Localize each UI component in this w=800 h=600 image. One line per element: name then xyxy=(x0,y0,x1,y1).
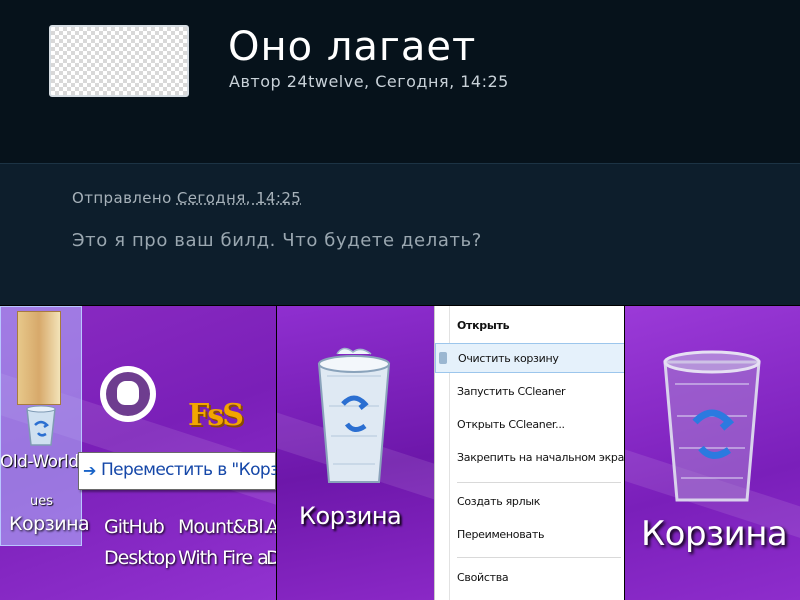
github-desktop-label: GitHub Desktop xyxy=(104,512,176,574)
menu-item-empty-bin[interactable]: Очистить корзину xyxy=(435,343,624,373)
topic-meta: Автор 24twelve, Сегодня, 14:25 xyxy=(229,72,509,91)
recycle-bin-desktop-icon[interactable]: Корзина xyxy=(0,306,90,546)
context-menu-panel: Открыть Очистить корзину Запустить CClea… xyxy=(434,306,624,600)
recycle-bin-icon xyxy=(26,405,56,446)
post-body: Это я про ваш билд. Что будете делать? xyxy=(72,230,482,251)
recycle-bin-label: Корзина xyxy=(299,502,402,530)
post-sent-prefix: Отправлено xyxy=(72,189,172,207)
drag-move-tooltip: ➔ Переместить в "Корзина" xyxy=(78,452,276,490)
desktop-panel-bin-full: Корзина xyxy=(277,306,434,600)
desktop-panel-drag: Корзина Old-World-B ues GitHub Desktop F… xyxy=(0,306,276,600)
mount-label-line2: With Fire a... xyxy=(178,547,276,569)
cut-off-label: A D xyxy=(266,512,276,574)
menu-item-properties[interactable]: Свойства xyxy=(435,563,624,593)
screenshot-collage: Корзина Old-World-B ues GitHub Desktop F… xyxy=(0,306,800,600)
mount-label-line1: Mount&Bl... xyxy=(178,516,276,538)
octocat-icon xyxy=(117,381,139,405)
post-date-link[interactable]: Сегодня, 14:25 xyxy=(177,189,301,207)
menu-item-open[interactable]: Открыть xyxy=(435,311,624,341)
desktop-panel-bin-empty: Корзина xyxy=(625,306,800,600)
menu-item-create-shortcut[interactable]: Создать ярлык xyxy=(435,487,624,517)
archive-file-icon xyxy=(17,311,61,405)
post: Отправлено Сегодня, 14:25 Это я про ваш … xyxy=(0,163,800,305)
post-sent-line: Отправлено Сегодня, 14:25 xyxy=(72,189,301,207)
drag-tooltip-text: Переместить в "Корзина" xyxy=(101,460,276,480)
dragged-file-label-tail: ues xyxy=(30,494,54,509)
menu-item-open-ccleaner[interactable]: Открыть CCleaner... xyxy=(435,410,624,440)
user-avatar[interactable] xyxy=(49,25,189,97)
ccleaner-shield-icon xyxy=(439,352,447,364)
menu-item-empty-bin-label: Очистить корзину xyxy=(458,352,559,365)
cut-label-line1: A xyxy=(266,516,276,538)
menu-separator xyxy=(457,557,621,558)
github-label-line2: Desktop xyxy=(104,547,176,569)
topic-header: Оно лагает Автор 24twelve, Сегодня, 14:2… xyxy=(0,0,800,163)
recycle-bin-label: Корзина xyxy=(641,514,788,554)
recycle-bin-label: Корзина xyxy=(9,513,90,535)
fire-and-sword-icon[interactable]: FsS xyxy=(188,398,244,433)
github-label-line1: GitHub xyxy=(104,516,165,538)
menu-item-pin-start[interactable]: Закрепить на начальном экране xyxy=(435,443,624,473)
mount-blade-label: Mount&Bl... With Fire a... xyxy=(178,512,276,574)
menu-item-rename[interactable]: Переименовать xyxy=(435,520,624,550)
move-arrow-icon: ➔ xyxy=(83,461,97,480)
menu-item-run-ccleaner[interactable]: Запустить CCleaner xyxy=(435,377,624,407)
cut-label-line2: D xyxy=(266,547,276,569)
recycle-bin-empty-icon[interactable] xyxy=(657,344,767,504)
context-menu: Открыть Очистить корзину Запустить CClea… xyxy=(434,306,624,600)
menu-separator xyxy=(457,482,621,483)
topic-title: Оно лагает xyxy=(228,24,477,70)
recycle-bin-full-icon[interactable] xyxy=(313,346,395,486)
